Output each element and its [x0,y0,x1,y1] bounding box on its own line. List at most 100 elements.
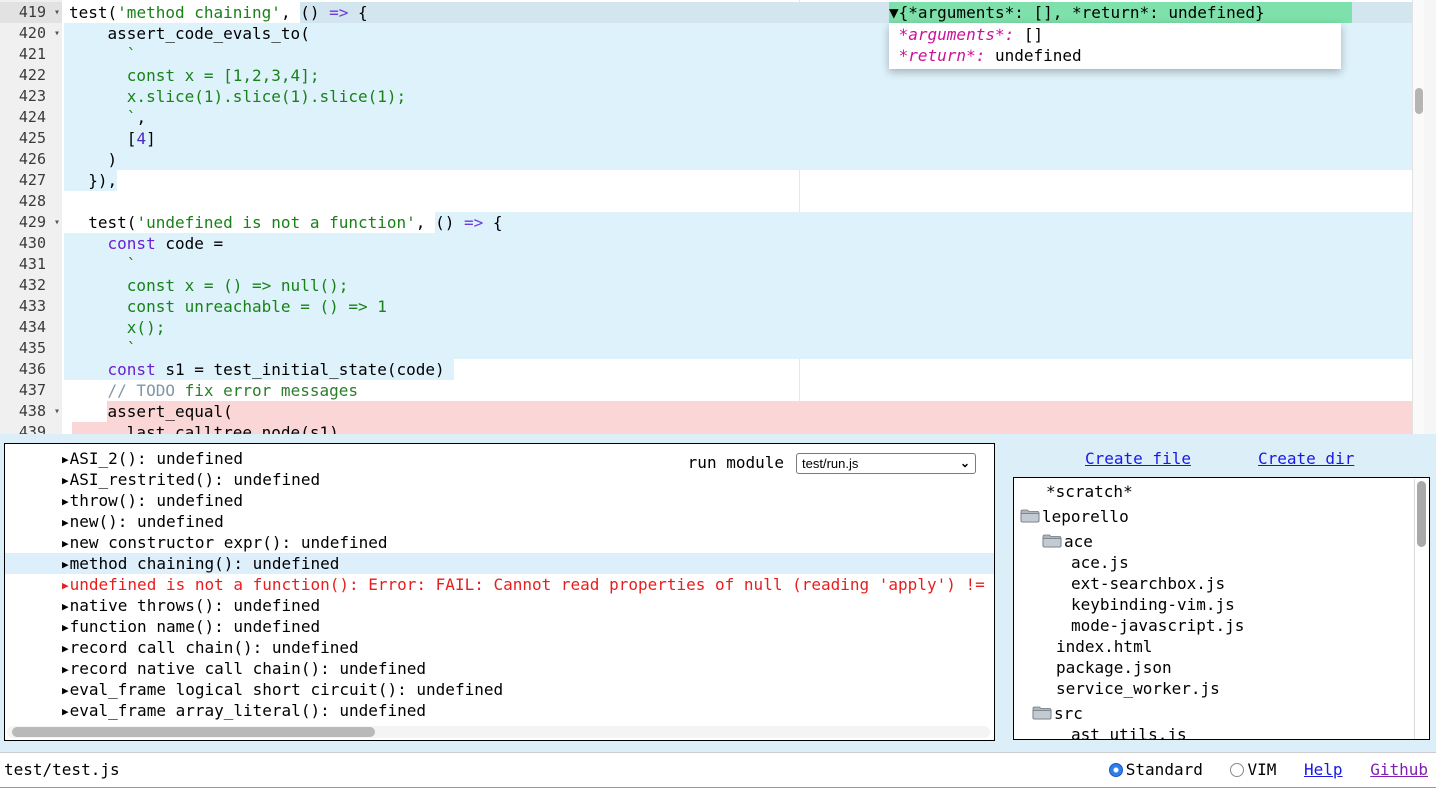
files-panel: *scratch* leporello aceace.jsext-searchbox… [1013,477,1430,740]
tree-file[interactable]: ext-searchbox.js [1014,573,1429,594]
expand-triangle-icon[interactable]: ▶ [62,638,69,659]
expand-triangle-icon[interactable]: ▶ [62,617,69,638]
code-line[interactable]: ` [0,338,1424,359]
code-token: code = [156,234,223,253]
code-line[interactable]: x(); [0,317,1424,338]
result-label: native throws(): undefined [70,596,320,615]
folder-icon [1020,508,1040,523]
code-line[interactable]: `, [0,107,1424,128]
standard-radio[interactable] [1109,763,1123,777]
create-file-link[interactable]: Create file [1085,449,1191,468]
code-line[interactable]: const unreachable = () => 1 [0,296,1424,317]
result-item[interactable]: ▶eval_frame array_literal(): undefined [5,700,994,721]
value-tooltip[interactable]: ▼{*arguments*: [], *return*: undefined} … [889,2,1352,69]
folder-icon [1032,705,1052,720]
gutter-cell: 421 [0,44,62,65]
expand-triangle-icon[interactable]: ▶ [62,512,69,533]
code-line[interactable]: test('undefined is not a function', () =… [0,212,1424,233]
code-line[interactable]: ` [0,254,1424,275]
tree-folder[interactable]: ace [1014,531,1429,552]
github-link[interactable]: Github [1370,760,1428,779]
expand-triangle-icon[interactable]: ▶ [62,491,69,512]
code-line[interactable]: assert_equal( [0,401,1424,422]
results-scrollbar-thumb[interactable] [12,727,375,737]
code-line[interactable]: const code = [0,233,1424,254]
code-line[interactable]: [4] [0,128,1424,149]
expand-triangle-icon[interactable]: ▶ [62,680,69,701]
code-token: , [136,108,146,127]
result-item[interactable]: ▶new constructor expr(): undefined [5,532,994,553]
expand-triangle-icon[interactable]: ▶ [62,575,69,596]
files-scrollbar-thumb[interactable] [1417,481,1426,547]
vim-radio[interactable] [1230,763,1244,777]
editor-vertical-scrollbar[interactable] [1412,0,1424,434]
keybinding-standard-option[interactable]: Standard [1109,760,1203,779]
result-item[interactable]: ▶new(): undefined [5,511,994,532]
result-item[interactable]: ▶native throws(): undefined [5,595,994,616]
code-line[interactable] [0,191,1424,212]
result-label: ASI_restrited(): undefined [70,470,320,489]
code-editor[interactable]: test('method chaining', () => { assert_c… [0,0,1424,434]
gutter-cell: 428 [0,191,62,212]
editor-scrollbar-thumb[interactable] [1415,88,1423,114]
code-line[interactable]: }), [0,170,1424,191]
expand-triangle-icon[interactable]: ▶ [62,533,69,554]
code-token: => [464,213,483,232]
gutter-cell: 425 [0,128,62,149]
code-line[interactable]: const x = () => null(); [0,275,1424,296]
tree-item-label: ext-searchbox.js [1071,574,1225,593]
result-item[interactable]: ▶eval_frame logical short circuit(): und… [5,679,994,700]
result-item[interactable]: ▶record native call chain(): undefined [5,658,994,679]
code-line[interactable]: const s1 = test_initial_state(code) [0,359,1424,380]
tooltip-row[interactable]: *return*: undefined [889,45,1341,66]
result-item[interactable]: ▶method chaining(): undefined [5,553,994,574]
code-line[interactable]: // TODO fix error messages [0,380,1424,401]
code-line[interactable]: x.slice(1).slice(1).slice(1); [0,86,1424,107]
expand-triangle-icon[interactable]: ▶ [62,554,69,575]
tree-file[interactable]: ast_utils.js [1014,724,1429,740]
tree-folder[interactable]: src [1014,703,1429,724]
expand-triangle-icon[interactable]: ▶ [62,470,69,491]
line-number: 419 [19,2,46,23]
code-token: x(); [69,318,165,337]
result-item[interactable]: ▶undefined is not a function(): Error: F… [5,574,994,595]
run-module-select[interactable]: test/run.js⌄ [796,453,976,474]
create-dir-link[interactable]: Create dir [1258,449,1354,468]
keybinding-vim-option[interactable]: VIM [1230,760,1276,779]
tree-file[interactable]: package.json [1014,657,1429,678]
fold-toggle-icon[interactable]: ▾ [54,212,60,233]
result-item[interactable]: ▶function name(): undefined [5,616,994,637]
result-item[interactable]: ▶record call chain(): undefined [5,637,994,658]
code-token: 'method chaining' [117,3,281,22]
tree-file[interactable]: keybinding-vim.js [1014,594,1429,615]
tree-item-label: *scratch* [1046,482,1133,501]
status-right-group: Standard VIM Help Github [1109,760,1428,779]
help-link[interactable]: Help [1304,760,1343,779]
code-line[interactable]: last_calltree_node(s1), [0,422,1424,434]
status-bar: test/test.js Standard VIM Help Github [0,752,1436,788]
code-line[interactable]: ) [0,149,1424,170]
fold-toggle-icon[interactable]: ▾ [54,2,60,23]
tooltip-row[interactable]: *arguments*: [] [889,24,1341,45]
tree-folder[interactable]: leporello [1014,506,1429,527]
expand-triangle-icon[interactable]: ▶ [62,449,69,470]
files-vertical-scrollbar[interactable] [1414,479,1428,739]
tooltip-key: *arguments*: [889,25,1014,44]
tree-file[interactable]: ace.js [1014,552,1429,573]
expand-triangle-icon[interactable]: ▶ [62,701,69,722]
tree-file[interactable]: service_worker.js [1014,678,1429,699]
gutter: 419▾420▾421422423424425426427428429▾4304… [0,0,62,434]
fold-toggle-icon[interactable]: ▾ [54,401,60,422]
code-token: const [108,234,156,253]
fold-toggle-icon[interactable]: ▾ [54,23,60,44]
results-horizontal-scrollbar[interactable] [7,726,990,738]
expand-triangle-icon[interactable]: ▶ [62,659,69,680]
expand-triangle-icon[interactable]: ▶ [62,596,69,617]
code-token: 4 [136,129,146,148]
result-item[interactable]: ▶throw(): undefined [5,490,994,511]
code-token: => [329,3,348,22]
tooltip-header[interactable]: ▼{*arguments*: [], *return*: undefined} [889,2,1352,23]
tree-file[interactable]: *scratch* [1014,481,1429,502]
tree-file[interactable]: index.html [1014,636,1429,657]
tree-file[interactable]: mode-javascript.js [1014,615,1429,636]
